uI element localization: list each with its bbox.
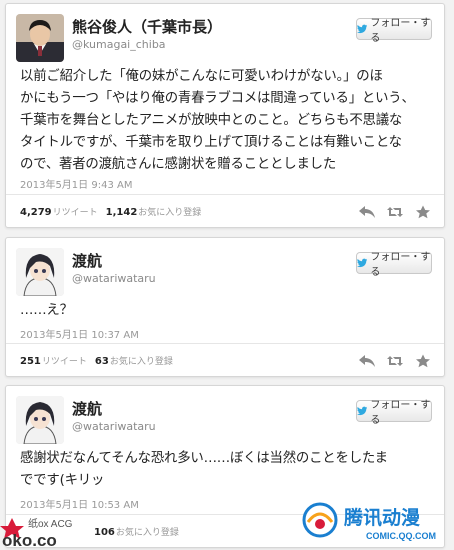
follow-button[interactable]: フォロー・する (356, 400, 432, 426)
tweet-actions (358, 205, 432, 219)
tweet-line: 以前ご紹介した「俺の妹がこんなに可愛いわけがない。」のほ (20, 69, 383, 84)
follow-label: フォロー・する (370, 252, 431, 278)
user-handle[interactable]: @watariwataru (72, 420, 156, 433)
follow-button[interactable]: フォロー・する (356, 18, 432, 44)
favorite-count[interactable]: 63お気に入り登録 (95, 354, 173, 367)
tweet-card-watari-1: 渡航 @watariwataru フォロー・する ……え？ 2013年5月1日 … (5, 237, 445, 377)
reply-icon[interactable] (358, 354, 376, 368)
timestamp[interactable]: 2013年5月1日 10:37 AM (20, 326, 139, 341)
user-name[interactable]: 熊谷俊人（千葉市長） (72, 16, 222, 37)
tweet-stats: 4,279リツイート 1,142お気に入り登録 (6, 194, 444, 228)
tweet-line: タイトルですが、千葉市を取り上げて頂けることは有難いことな (20, 135, 402, 150)
watermark-left: 纸ox ACG oko.co (0, 510, 90, 550)
watermark-left-bottom: oko.co (2, 531, 57, 550)
user-name[interactable]: 渡航 (72, 398, 102, 419)
watermark-right: 腾讯动漫 COMIC.QQ.COM (300, 500, 450, 544)
favorite-star-icon[interactable] (414, 354, 432, 368)
tweet-actions (358, 354, 432, 368)
user-handle[interactable]: @kumagai_chiba (72, 38, 166, 51)
user-name[interactable]: 渡航 (72, 250, 102, 271)
avatar-watari[interactable] (16, 396, 64, 444)
watermark-url: COMIC.QQ.COM (366, 531, 436, 541)
retweet-count[interactable]: 4,279リツイート (20, 205, 98, 218)
tweet-text: ……え？ (20, 300, 432, 322)
tweet-card-kumagai: 熊谷俊人（千葉市長） @kumagai_chiba フォロー・する 以前ご紹介し… (5, 3, 445, 228)
timestamp[interactable]: 2013年5月1日 10:53 AM (20, 496, 139, 511)
twitter-bird-icon (357, 258, 368, 268)
watermark-left-top: 纸ox ACG (28, 517, 73, 530)
user-handle[interactable]: @watariwataru (72, 272, 156, 285)
twitter-bird-icon (357, 24, 368, 34)
tweet-text: 感謝状だなんてそんな恐れ多い……ぼくは当然のことをしたま でです(キリッ (20, 448, 432, 492)
follow-label: フォロー・する (370, 18, 431, 44)
tweet-line: 千葉市を舞台としたアニメが放映中とのこと。どちらも不思議な (20, 113, 403, 128)
tweet-text: 以前ご紹介した「俺の妹がこんなに可愛いわけがない。」のほ かにもう一つ「やはり俺… (20, 66, 432, 176)
tweet-stats: 251リツイート 63お気に入り登録 (6, 343, 444, 377)
retweet-count[interactable]: 251リツイート (20, 354, 87, 367)
retweet-icon[interactable] (386, 205, 404, 219)
tweet-line: 感謝状だなんてそんな恐れ多い……ぼくは当然のことをしたま (20, 451, 388, 466)
reply-icon[interactable] (358, 205, 376, 219)
watermark-brand: 腾讯动漫 (343, 506, 421, 529)
favorite-star-icon[interactable] (414, 205, 432, 219)
tweet-line: ……え？ (20, 303, 73, 318)
favorite-count[interactable]: 1,142お気に入り登録 (106, 205, 202, 218)
tweet-line: ので、著者の渡航さんに感謝状を贈ることとしました (20, 157, 337, 172)
favorite-count[interactable]: 106お気に入り登録 (94, 525, 179, 538)
timestamp[interactable]: 2013年5月1日 9:43 AM (20, 176, 132, 191)
follow-label: フォロー・する (370, 400, 431, 426)
follow-button[interactable]: フォロー・する (356, 252, 432, 278)
tweet-line: かにもう一つ「やはり俺の青春ラブコメは間違っている」という、 (20, 91, 415, 106)
tweet-line: でです(キリッ (20, 473, 105, 488)
avatar-kumagai[interactable] (16, 14, 64, 62)
twitter-bird-icon (357, 406, 368, 416)
retweet-icon[interactable] (386, 354, 404, 368)
avatar-watari[interactable] (16, 248, 64, 296)
